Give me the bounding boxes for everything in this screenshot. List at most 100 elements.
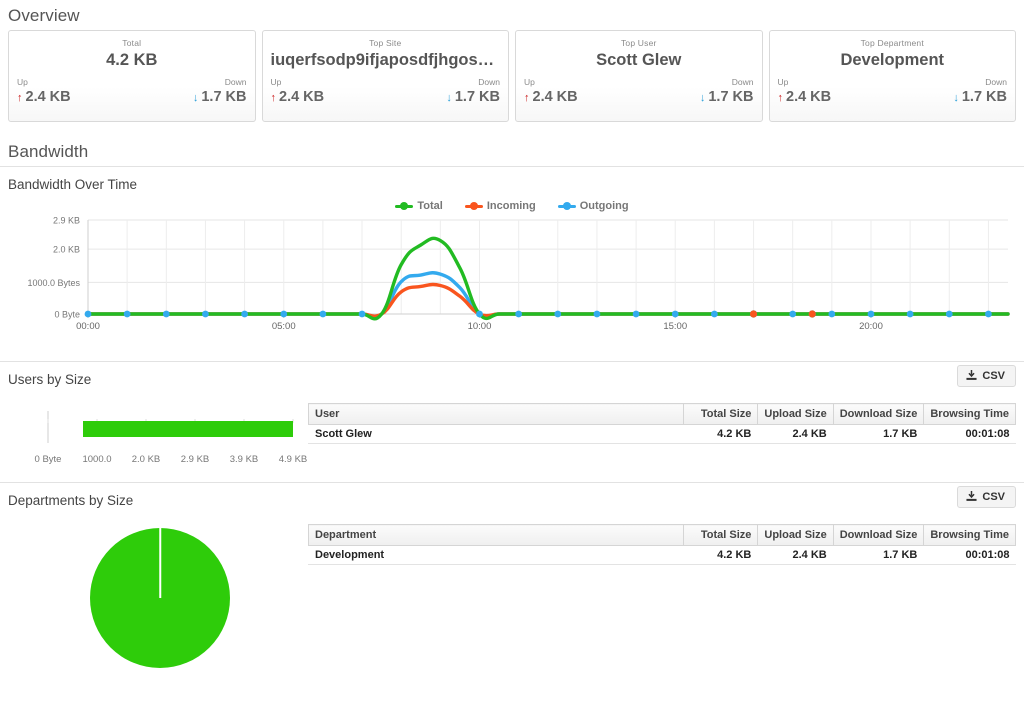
dashboard-page: Overview Total 4.2 KB Up ↑ 2.4 KB Down ↓ 1… [0, 0, 1024, 711]
legend-label-incoming: Incoming [486, 200, 536, 212]
down-value: 1.7 KB [708, 89, 754, 105]
pie-divider-line [159, 528, 161, 598]
users-col-user[interactable]: User [307, 403, 685, 425]
card-up-block: Up ↑ 2.4 KB [271, 77, 325, 107]
data-point[interactable] [985, 310, 992, 318]
x-axis-tick-label: 00:00 [76, 321, 100, 332]
legend-label-outgoing: Outgoing [579, 200, 629, 212]
down-value: 1.7 KB [961, 89, 1007, 105]
data-point[interactable] [123, 310, 131, 318]
card-label: Top Site [369, 38, 402, 48]
departments-table: Department Total Size Upload Size Downlo… [307, 524, 1016, 565]
data-point[interactable] [476, 310, 483, 318]
data-point[interactable] [515, 310, 523, 318]
bandwidth-chart-title: Bandwidth Over Time [8, 177, 138, 192]
card-footer: Up ↑ 2.4 KB Down ↓ 1.7 KB [271, 77, 501, 107]
data-point[interactable] [789, 310, 797, 318]
pie-slice-development[interactable] [90, 528, 230, 668]
users-col-download-size[interactable]: Download Size [832, 403, 925, 425]
data-point[interactable] [906, 310, 914, 318]
legend-swatch-total [395, 202, 414, 211]
card-down-block: Down ↓ 1.7 KB [193, 77, 247, 107]
users-bar-chart[interactable]: 4.9 KB 3.9 KB 2.9 KB 2.0 KB 1000.0 0 Byte [8, 389, 308, 468]
data-point[interactable] [632, 310, 640, 318]
data-point[interactable] [358, 310, 366, 318]
data-point[interactable] [808, 310, 816, 318]
departments-csv-button[interactable]: CSV [957, 485, 1016, 508]
data-point[interactable] [593, 310, 601, 318]
down-value-row: ↓ 1.7 KB [700, 88, 754, 107]
x-axis-tick-label: 20:00 [859, 321, 883, 332]
data-point[interactable] [828, 310, 836, 318]
down-caption: Down [224, 77, 247, 87]
departments-title: Departments by Size [8, 493, 134, 508]
bar-segment[interactable] [83, 421, 293, 437]
card-up-block: Up ↑ 2.4 KB [778, 77, 832, 107]
departments-col-upload-size[interactable]: Upload Size [757, 524, 834, 546]
data-point[interactable] [162, 310, 170, 318]
departments-col-browsing-time[interactable]: Browsing Time [923, 524, 1016, 546]
table-row[interactable]: Scott Glew 4.2 KB 2.4 KB 1.7 KB 00:01:08 [308, 424, 1016, 444]
bandwidth-legend: Total Incoming Outgoing [0, 194, 1024, 214]
bandwidth-chart-svg: 0 Byte 1000.0 Bytes 2.0 KB 2.9 KB 00:00 05:00… [27, 216, 1010, 332]
data-point[interactable] [710, 310, 718, 318]
card-up-block: Up ↑ 2.4 KB [17, 77, 71, 107]
arrow-down-icon: ↓ [699, 92, 706, 104]
departments-pie-chart[interactable] [8, 510, 308, 668]
overview-title: Overview [8, 6, 80, 25]
data-point[interactable] [554, 310, 562, 318]
bandwidth-chart[interactable]: 0 Byte 1000.0 Bytes 2.0 KB 2.9 KB 00:00 05:00… [0, 214, 1024, 349]
card-footer: Up ↑ 2.4 KB Down ↓ 1.7 KB [524, 77, 754, 107]
card-value: 4.2 KB [106, 51, 158, 69]
data-point[interactable] [241, 310, 248, 318]
up-value: 2.4 KB [786, 89, 832, 105]
overview-cards: Total 4.2 KB Up ↑ 2.4 KB Down ↓ 1.7 KB Top… [0, 30, 1024, 122]
up-value-row: ↑ 2.4 KB [524, 88, 578, 107]
down-value-row: ↓ 1.7 KB [193, 88, 247, 107]
data-point[interactable] [280, 310, 288, 318]
y-axis-tick-label: 0 Byte [54, 310, 80, 320]
bar-axis-tick-label: 0 Byte [34, 454, 62, 465]
data-point[interactable] [202, 310, 209, 318]
legend-item-total[interactable]: Total [395, 200, 443, 212]
card-label: Top User [620, 38, 657, 48]
data-point[interactable] [749, 310, 758, 318]
users-csv-button[interactable]: CSV [957, 364, 1016, 387]
up-value: 2.4 KB [279, 89, 325, 105]
departments-cell-name: Development [308, 545, 684, 565]
up-caption: Up [17, 77, 28, 87]
table-row[interactable]: Development 4.2 KB 2.4 KB 1.7 KB 00:01:0… [308, 545, 1016, 565]
bar-axis-tick-label: 3.9 KB [229, 454, 259, 465]
y-axis-tick-label: 2.0 KB [53, 245, 80, 255]
card-down-block: Down ↓ 1.7 KB [700, 77, 754, 107]
arrow-up-icon: ↑ [17, 92, 23, 104]
data-point[interactable] [671, 310, 679, 318]
x-axis-tick-label: 10:00 [468, 321, 492, 332]
card-down-block: Down ↓ 1.7 KB [953, 77, 1007, 107]
users-col-total-size[interactable]: Total Size [683, 403, 759, 425]
users-csv-label: CSV [982, 369, 1005, 382]
y-axis-tick-label: 2.9 KB [53, 216, 80, 226]
departments-cell-upload: 2.4 KB [757, 545, 834, 565]
departments-col-total-size[interactable]: Total Size [683, 524, 759, 546]
users-col-browsing-time[interactable]: Browsing Time [923, 403, 1016, 425]
legend-item-incoming[interactable]: Incoming [464, 200, 536, 212]
x-axis-tick-label: 15:00 [663, 321, 687, 332]
legend-label-total: Total [417, 200, 443, 212]
legend-item-outgoing[interactable]: Outgoing [557, 200, 629, 212]
data-point[interactable] [84, 310, 92, 318]
bandwidth-title: Bandwidth [8, 142, 89, 161]
down-value: 1.7 KB [454, 89, 500, 105]
data-point[interactable] [945, 310, 953, 318]
data-point[interactable] [319, 310, 327, 318]
departments-col-department[interactable]: Department [307, 524, 685, 546]
departments-csv-label: CSV [982, 490, 1005, 503]
departments-col-download-size[interactable]: Download Size [832, 524, 925, 546]
overview-card-total: Total 4.2 KB Up ↑ 2.4 KB Down ↓ 1.7 KB [8, 30, 256, 122]
card-value: Development [840, 51, 945, 69]
card-label: Total [122, 38, 142, 48]
series-line-total [86, 236, 1010, 321]
users-col-upload-size[interactable]: Upload Size [757, 403, 834, 425]
card-up-block: Up ↑ 2.4 KB [524, 77, 578, 107]
data-point[interactable] [867, 310, 875, 318]
